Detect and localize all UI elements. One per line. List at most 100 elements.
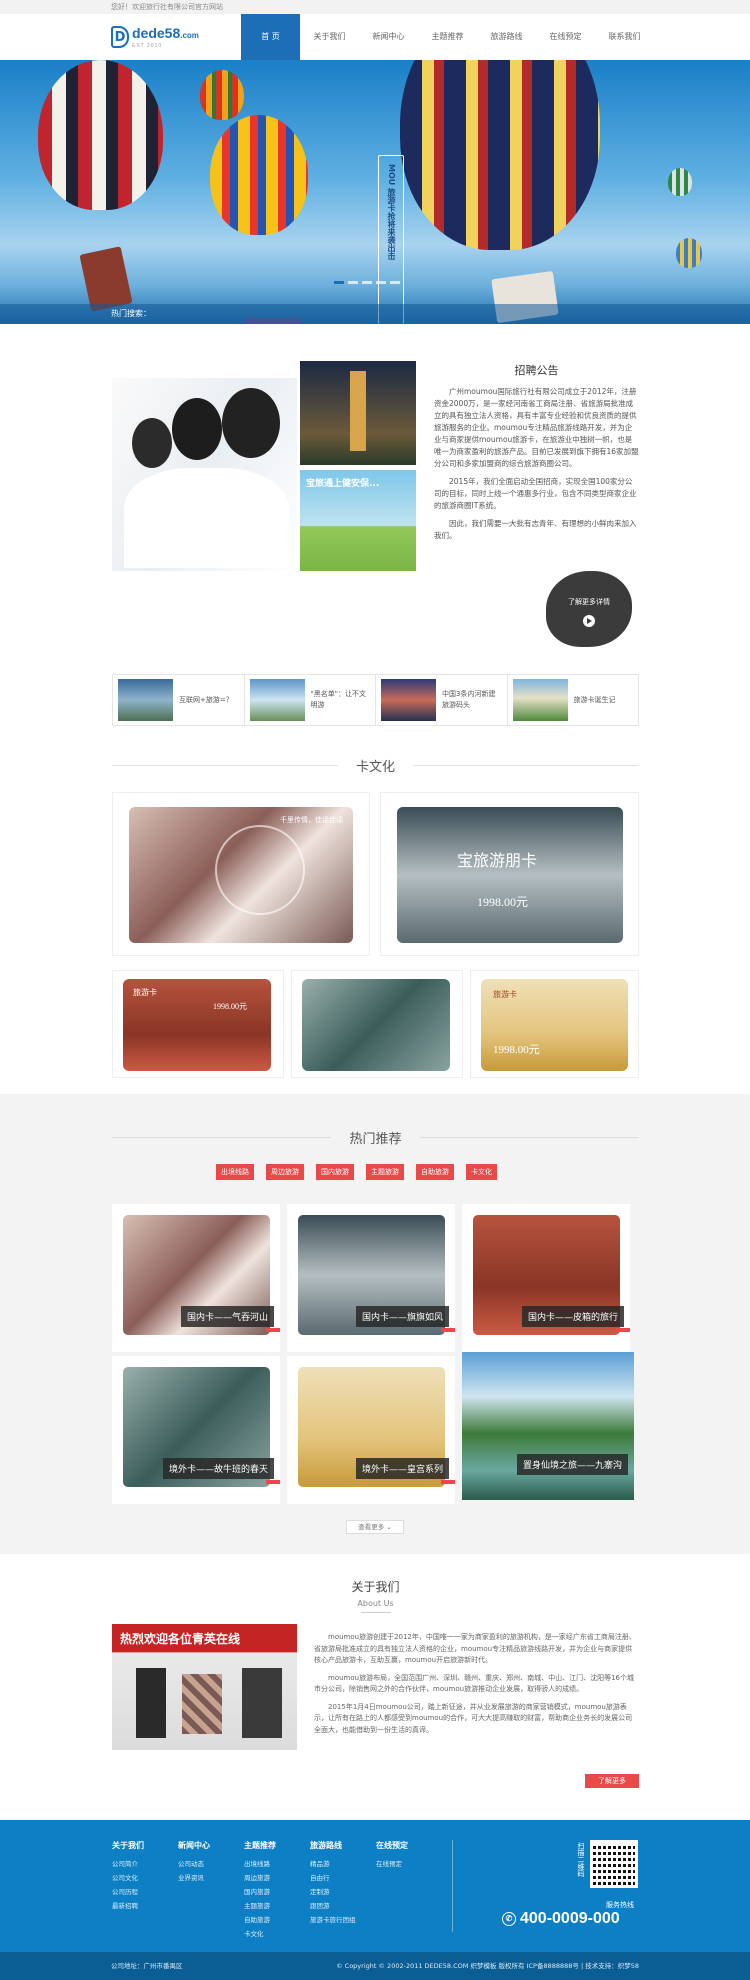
about-paragraph: 2015年1月4日moumou公司，踏上新征途，并从业发展旅游的商家营销模式，m… xyxy=(314,1702,633,1734)
recommend-item[interactable]: 国内卡——气吞河山 xyxy=(112,1204,280,1352)
footer: 关于我们 公司简介 公司文化 公司历程 最新招聘 新闻中心 公司动态 业界资讯 … xyxy=(0,1820,750,1952)
recommend-item[interactable]: 国内卡——旗旗如风 xyxy=(287,1204,455,1352)
section-title: 热门推荐 xyxy=(331,1132,420,1147)
banner-dot[interactable] xyxy=(362,281,372,284)
recommend-caption: 国内卡——皮箱的旅行 xyxy=(521,1306,624,1327)
hero-banner[interactable]: MOU 旅游卡抢将来袭出击 热门搜索： xyxy=(0,60,750,324)
nav-about[interactable]: 关于我们 xyxy=(300,14,359,60)
balloon-image xyxy=(210,115,308,235)
balloon-image xyxy=(200,70,244,120)
copyright-text: © Copyright © 2002-2011 DEDE58.COM 织梦模板 … xyxy=(336,1962,639,1970)
footer-link[interactable]: 公司历程 xyxy=(112,1885,144,1899)
recommend-caption: 国内卡——气吞河山 xyxy=(180,1306,274,1327)
nav-news[interactable]: 新闻中心 xyxy=(359,14,418,60)
about-subtitle: About Us xyxy=(357,1599,394,1608)
culture-card[interactable]: 旅游卡 1998.00元 xyxy=(470,970,639,1078)
company-address: 公司地址：广州市番禺区 xyxy=(111,1962,183,1970)
hotline-label: 服务热线 xyxy=(606,1901,634,1909)
culture-card[interactable]: 宝旅游朋卡 1998.00元 xyxy=(380,792,639,956)
nav-booking[interactable]: 在线预定 xyxy=(536,14,595,60)
footer-link[interactable]: 卡文化 xyxy=(244,1927,276,1941)
top-bar: 您好！欢迎旅行社有限公司官方网站 xyxy=(0,0,750,14)
pagoda-image xyxy=(300,361,416,465)
footer-link[interactable]: 旅游卡旅行团组 xyxy=(310,1913,356,1927)
balloon-image xyxy=(38,60,163,210)
culture-card[interactable]: 旅游卡 1998.00元 xyxy=(112,970,284,1078)
notice-title: 招聘公告 xyxy=(514,364,559,377)
footer-link[interactable]: 国内旅游 xyxy=(244,1885,276,1899)
footer-link[interactable]: 主题旅游 xyxy=(244,1899,276,1913)
card-price: 1998.00元 xyxy=(477,895,529,909)
phone-icon: ✆ xyxy=(502,1912,516,1926)
banner-vertical-text: MOU 旅游卡抢将来袭出击 xyxy=(378,155,404,324)
nav-contact[interactable]: 联系我们 xyxy=(595,14,654,60)
culture-card[interactable] xyxy=(291,970,463,1078)
footer-link[interactable]: 周边旅游 xyxy=(244,1871,276,1885)
hot-recommend-heading: 热门推荐 xyxy=(112,1128,639,1147)
footer-link[interactable]: 出境线路 xyxy=(244,1857,276,1871)
about-text: moumou旅游创建于2012年，中国唯一一家为商家盈利的旅游机构，是一家经广东… xyxy=(314,1632,639,1742)
tag-nearby[interactable]: 周边旅游 xyxy=(266,1164,304,1180)
look-more-button[interactable]: 查看更多 ⌄ xyxy=(346,1520,404,1534)
footer-column: 主题推荐 出境线路 周边旅游 国内旅游 主题旅游 自助旅游 卡文化 xyxy=(244,1840,276,1941)
tag-domestic[interactable]: 国内旅游 xyxy=(316,1164,354,1180)
tag-self-guided[interactable]: 自助旅游 xyxy=(416,1164,454,1180)
recommend-item[interactable]: 境外卡——皇宫系列 xyxy=(287,1356,455,1504)
tag-theme[interactable]: 主题旅游 xyxy=(366,1164,404,1180)
news-thumbnail xyxy=(249,679,305,721)
tag-card-culture[interactable]: 卡文化 xyxy=(466,1164,497,1180)
banner-dot[interactable] xyxy=(348,281,358,284)
logo-mark: D xyxy=(111,26,129,48)
recommend-item[interactable]: 境外卡——故牛班的春天 xyxy=(112,1356,280,1504)
more-details-button[interactable]: 了解更多详情 xyxy=(546,571,632,647)
news-title: 旅游卡诞生记 xyxy=(573,695,616,704)
footer-link[interactable]: 自助旅游 xyxy=(244,1913,276,1927)
footer-link[interactable]: 最新招聘 xyxy=(112,1899,144,1913)
main-nav: 首 页 关于我们 新闻中心 主题推荐 旅游路线 在线预定 联系我们 xyxy=(241,14,654,60)
site-logo[interactable]: D dede58.com EST 2010 xyxy=(111,24,199,50)
card-price: 1998.00元 xyxy=(493,1044,540,1056)
about-title: 关于我们 xyxy=(351,1580,400,1594)
footer-link[interactable]: 精品游 xyxy=(310,1857,356,1871)
banner-dot[interactable] xyxy=(334,281,344,284)
recruitment-notice: 招聘公告 广州moumou国际旅行社有限公司成立于2012年，注册资金2000万… xyxy=(434,362,639,548)
hot-search-bar: 热门搜索： xyxy=(0,304,750,324)
card-price: 1998.00元 xyxy=(213,1002,247,1011)
nav-routes[interactable]: 旅游路线 xyxy=(477,14,536,60)
footer-link[interactable]: 定制游 xyxy=(310,1885,356,1899)
recommend-image xyxy=(462,1352,634,1500)
banner-dot[interactable] xyxy=(390,281,400,284)
card-image: 千里传情，佳话佳话 xyxy=(129,807,353,943)
footer-link[interactable]: 公司动态 xyxy=(178,1857,210,1871)
footer-link[interactable]: 自由行 xyxy=(310,1871,356,1885)
footer-link[interactable]: 公司文化 xyxy=(112,1871,144,1885)
about-paragraph: moumou旅游创建于2012年，中国唯一一家为商家盈利的旅游机构，是一家经广东… xyxy=(314,1633,636,1664)
footer-column: 在线预定 在线预定 xyxy=(376,1840,408,1871)
recommend-item[interactable]: 国内卡——皮箱的旅行 xyxy=(462,1204,630,1352)
card-culture-heading: 卡文化 xyxy=(112,756,639,775)
image-caption: 宝旅通上健安保... xyxy=(306,479,380,489)
about-more-button[interactable]: 了解更多 xyxy=(585,1774,639,1788)
about-image: 热烈欢迎各位青英在线 xyxy=(112,1624,297,1750)
news-item[interactable]: 旅游卡诞生记 xyxy=(508,675,639,725)
footer-link[interactable]: 跟团游 xyxy=(310,1899,356,1913)
welcome-text: 您好！欢迎旅行社有限公司官方网站 xyxy=(111,3,223,11)
recommend-caption: 置身仙境之旅——九寨沟 xyxy=(516,1454,628,1475)
chevron-down-icon: ⌄ xyxy=(386,1523,392,1531)
recommend-item[interactable]: 置身仙境之旅——九寨沟 xyxy=(462,1352,634,1500)
nav-home[interactable]: 首 页 xyxy=(241,14,300,60)
news-item[interactable]: 中国3条内河新建旅游码头 xyxy=(376,675,508,725)
nav-theme[interactable]: 主题推荐 xyxy=(418,14,477,60)
news-item[interactable]: "黑名单"：让不文明游 xyxy=(245,675,376,725)
notice-paragraph: 2015年，我们全面启动全国招商，实现全国100家分公司的目标，同时上线一个通惠… xyxy=(434,477,637,510)
tag-outbound[interactable]: 出境线路 xyxy=(216,1164,254,1180)
news-thumbnail xyxy=(512,679,568,721)
banner-dot[interactable] xyxy=(376,281,386,284)
news-item[interactable]: 互联网+旅游=？ xyxy=(113,675,245,725)
footer-link[interactable]: 在线预定 xyxy=(376,1857,408,1871)
play-icon xyxy=(583,615,595,627)
footer-link[interactable]: 业界资讯 xyxy=(178,1871,210,1885)
about-paragraph: moumou旅游布局，全国范围广州、深圳、赣州、重庆、郑州、南城、中山、江门、沈… xyxy=(314,1673,634,1694)
footer-link[interactable]: 公司简介 xyxy=(112,1857,144,1871)
culture-card[interactable]: 千里传情，佳话佳话 xyxy=(112,792,370,956)
